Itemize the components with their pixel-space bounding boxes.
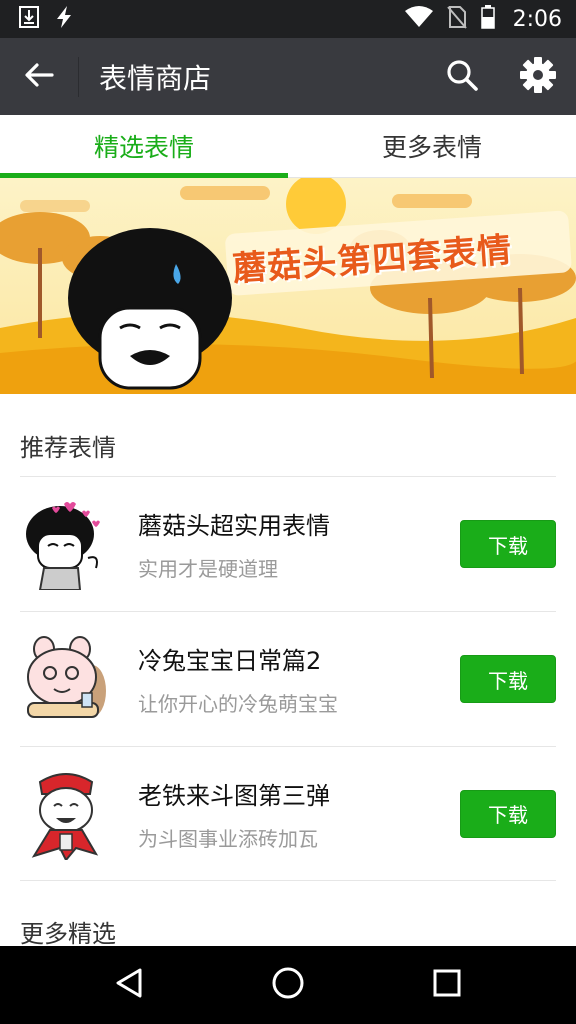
download-icon [18, 5, 40, 33]
search-button[interactable] [424, 38, 500, 115]
download-button[interactable]: 下载 [460, 655, 556, 703]
tab-bar: 精选表情 更多表情 [0, 115, 576, 178]
item-subtitle: 让你开心的冷兔萌宝宝 [138, 692, 338, 716]
item-subtitle: 实用才是硬道理 [138, 557, 278, 581]
sticker-thumbnail [26, 502, 100, 590]
app-bar: 表情商店 [0, 38, 576, 115]
sticker-thumbnail [31, 772, 99, 860]
search-icon [445, 58, 479, 96]
download-button[interactable]: 下载 [460, 520, 556, 568]
back-triangle-icon [114, 967, 144, 1003]
no-sim-icon [446, 5, 467, 33]
nav-back-button[interactable] [89, 955, 169, 1015]
main-content: 推荐表情 蘑菇头超实用表情 实用才是硬道理 下载 冷兔宝宝日常篇2 让你开心的冷… [0, 394, 576, 948]
settings-button[interactable] [500, 38, 576, 115]
promo-banner[interactable]: 蘑菇头第四套表情 [0, 178, 576, 394]
nav-recents-button[interactable] [407, 955, 487, 1015]
flash-icon [54, 5, 74, 33]
page-title: 表情商店 [99, 61, 212, 95]
battery-icon [480, 5, 495, 33]
appbar-divider [78, 56, 79, 97]
system-nav-bar [0, 946, 576, 1024]
tab-featured-stickers[interactable]: 精选表情 [0, 115, 288, 178]
list-item[interactable]: 蘑菇头超实用表情 实用才是硬道理 下载 [20, 476, 556, 611]
screen: 2:06 表情商店 精选表情 更多表情 蘑菇头第四套表情 推荐表情 蘑菇头超实用… [0, 0, 576, 1024]
sticker-thumbnail [27, 636, 106, 718]
sticker-list: 蘑菇头超实用表情 实用才是硬道理 下载 冷兔宝宝日常篇2 让你开心的冷兔萌宝宝 … [20, 476, 556, 881]
wifi-icon [404, 6, 433, 32]
arrow-left-icon [24, 62, 54, 92]
tab-more-stickers[interactable]: 更多表情 [288, 115, 576, 177]
recents-square-icon [432, 968, 462, 1002]
item-subtitle: 为斗图事业添砖加瓦 [138, 826, 318, 851]
list-item[interactable]: 老铁来斗图第三弹 为斗图事业添砖加瓦 下载 [20, 746, 556, 881]
gear-icon [519, 56, 557, 98]
section-title-more-featured: 更多精选 [20, 920, 116, 948]
nav-home-button[interactable] [248, 955, 328, 1015]
back-button[interactable] [0, 38, 78, 115]
item-title: 冷兔宝宝日常篇2 [138, 647, 322, 675]
item-title: 蘑菇头超实用表情 [138, 512, 330, 540]
download-button[interactable]: 下载 [460, 789, 556, 838]
status-time: 2:06 [512, 6, 562, 32]
section-title-recommended: 推荐表情 [20, 434, 116, 462]
status-bar: 2:06 [0, 0, 576, 38]
list-item[interactable]: 冷兔宝宝日常篇2 让你开心的冷兔萌宝宝 下载 [20, 611, 556, 746]
home-circle-icon [271, 966, 305, 1004]
item-title: 老铁来斗图第三弹 [138, 781, 330, 810]
